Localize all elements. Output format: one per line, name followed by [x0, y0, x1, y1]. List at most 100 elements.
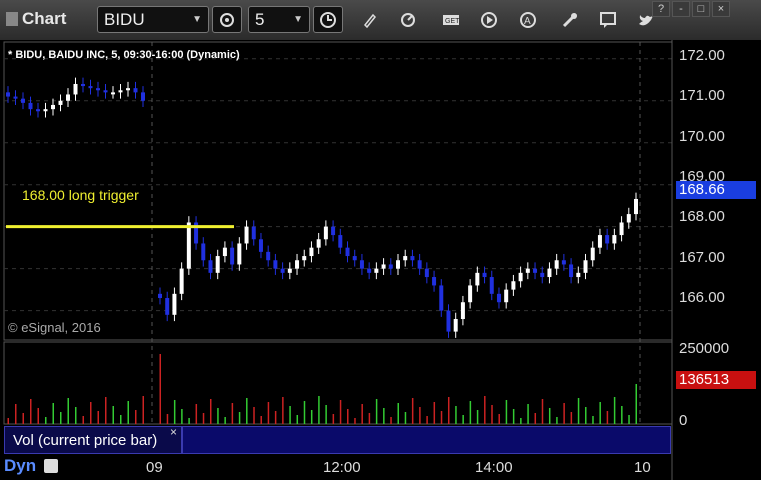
- candle-body: [118, 90, 123, 93]
- candle-body: [619, 222, 624, 236]
- volume-bar: [296, 415, 299, 424]
- volume-bar: [520, 418, 522, 424]
- chart-canvas[interactable]: [0, 40, 761, 480]
- pencil-icon[interactable]: [360, 10, 380, 30]
- volume-bar: [447, 397, 450, 424]
- time-tick: 10: [634, 459, 651, 476]
- volume-bar: [303, 401, 306, 424]
- dyn-label[interactable]: Dyn: [4, 456, 36, 476]
- volume-bar: [224, 417, 226, 424]
- play-icon[interactable]: [479, 10, 499, 30]
- candle-body: [583, 260, 588, 273]
- candle-body: [273, 260, 278, 269]
- candle-body: [331, 226, 336, 236]
- candle-body: [230, 247, 235, 265]
- minimize-button[interactable]: -: [672, 1, 690, 17]
- svg-text:GET: GET: [445, 18, 460, 25]
- volume-bar: [166, 414, 169, 424]
- volume-bar: [368, 413, 371, 424]
- help-button[interactable]: ?: [652, 1, 670, 17]
- symbol-value: BIDU: [104, 10, 145, 29]
- candle-body: [323, 226, 328, 240]
- candle-body: [446, 310, 451, 332]
- symbol-input[interactable]: BIDU ▼: [97, 6, 209, 33]
- candle-body: [597, 235, 602, 248]
- candle-body: [396, 260, 400, 269]
- candle-body: [316, 239, 321, 248]
- volume-bar: [534, 413, 537, 424]
- candle-body: [165, 298, 170, 315]
- volume-bar: [404, 412, 407, 424]
- volume-bar: [339, 400, 342, 424]
- volume-bar: [556, 417, 558, 424]
- candle-body: [561, 260, 566, 265]
- volume-bar: [484, 396, 486, 424]
- volume-bar: [599, 402, 601, 424]
- volume-bar: [613, 397, 616, 424]
- alert-icon[interactable]: A: [518, 10, 538, 30]
- volume-bar: [90, 402, 92, 424]
- candle-body: [295, 260, 300, 269]
- refresh-icon[interactable]: [398, 10, 418, 30]
- time-template-button[interactable]: [313, 6, 343, 33]
- candle-body: [215, 256, 220, 273]
- volume-bar: [202, 413, 205, 424]
- get-icon[interactable]: GET: [441, 10, 461, 30]
- candle-body: [460, 302, 465, 320]
- tools-icon[interactable]: [560, 10, 580, 30]
- chevron-down-icon[interactable]: ▼: [293, 7, 303, 32]
- candle-body: [439, 285, 444, 311]
- volume-bar: [541, 399, 544, 424]
- candle-body: [21, 98, 25, 103]
- volume-bar: [75, 407, 77, 424]
- candle-body: [309, 247, 314, 257]
- volume-study-label[interactable]: Vol (current price bar): [4, 426, 182, 454]
- volume-bar: [231, 403, 234, 424]
- volume-bar: [82, 416, 84, 424]
- volume-bar: [577, 398, 580, 424]
- interval-input[interactable]: 5 ▼: [248, 6, 310, 33]
- trigger-annotation: 168.00 long trigger: [22, 187, 139, 203]
- candle-body: [540, 272, 545, 278]
- volume-bar: [498, 414, 500, 424]
- volume-bar: [30, 399, 32, 424]
- candle-body: [58, 100, 63, 105]
- volume-bar: [267, 402, 270, 424]
- copyright: © eSignal, 2016: [8, 320, 101, 335]
- volume-bar: [462, 415, 464, 424]
- volume-bar: [433, 402, 436, 424]
- comment-icon[interactable]: [598, 10, 618, 30]
- candle-body: [381, 264, 386, 269]
- close-button[interactable]: ×: [712, 1, 730, 17]
- candle-body: [208, 260, 213, 273]
- close-icon[interactable]: ×: [170, 425, 177, 439]
- volume-bar: [112, 406, 114, 424]
- candle-body: [6, 92, 10, 97]
- volume-bar: [289, 406, 291, 424]
- lock-icon[interactable]: [44, 459, 58, 473]
- candle-body: [111, 92, 115, 95]
- candle-body: [352, 256, 357, 261]
- candle-body: [36, 109, 40, 112]
- maximize-button[interactable]: □: [692, 1, 710, 17]
- price-tick: 168.00: [679, 208, 725, 225]
- price-tick: 166.00: [679, 289, 725, 306]
- interval-settings-button[interactable]: [212, 6, 242, 33]
- candle-body: [359, 260, 364, 269]
- chevron-down-icon[interactable]: ▼: [192, 7, 202, 32]
- chart-area[interactable]: [0, 40, 761, 480]
- candle-body: [28, 102, 33, 110]
- volume-bar: [67, 398, 69, 424]
- candle-body: [179, 268, 184, 294]
- volume-strip: [182, 426, 671, 454]
- chart-title: Chart: [6, 9, 66, 29]
- volume-tick: 0: [679, 412, 688, 429]
- last-price-tag: 168.66: [676, 181, 756, 199]
- volume-bar: [354, 418, 356, 424]
- volume-bar: [7, 418, 9, 424]
- volume-bar: [332, 414, 335, 424]
- candle-body: [511, 281, 516, 290]
- volume-bar: [15, 404, 17, 424]
- volume-bar: [563, 403, 565, 424]
- price-tick: 167.00: [679, 249, 725, 266]
